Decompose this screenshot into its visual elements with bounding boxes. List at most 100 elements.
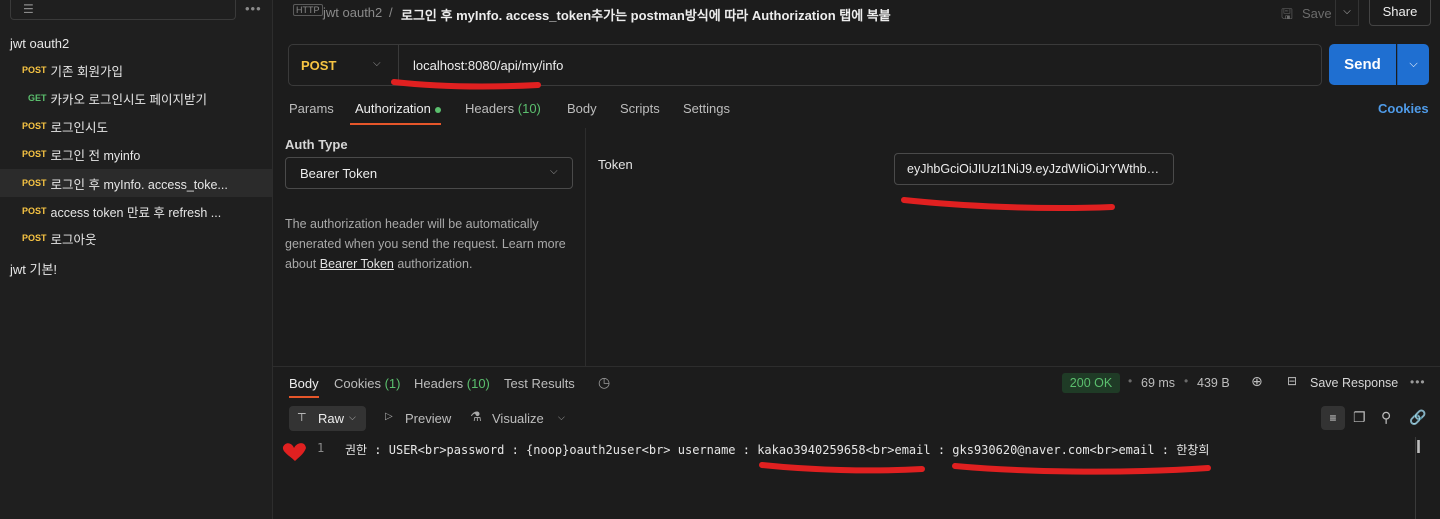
separator-dot: • — [1128, 374, 1133, 388]
page-title[interactable]: 로그인 후 myInfo. access_token추가는 postman방식에… — [401, 5, 891, 24]
request-name: access token 만료 후 refresh ... — [50, 205, 222, 220]
auth-type-label: Auth Type — [285, 137, 348, 152]
auth-description: The authorization header will be automat… — [285, 214, 580, 274]
chevron-down-icon[interactable]: ⌵ — [1397, 44, 1429, 85]
url-input[interactable]: localhost:8080/api/my/info — [413, 58, 563, 73]
underline-email — [952, 463, 1211, 475]
sidebar-request[interactable]: GET 카카오 로그인시도 페이지받기 — [0, 84, 272, 112]
save-button[interactable]: Save — [1302, 6, 1332, 21]
request-name: 로그인 전 myinfo — [50, 148, 141, 163]
chevron-down-icon: ⌵ — [550, 166, 558, 177]
tab-count: (10) — [517, 101, 541, 116]
response-body-text[interactable]: 권한 : USER<br>password : {noop}oauth2user… — [345, 441, 1209, 458]
response-tab-test-results[interactable]: Test Results — [504, 376, 575, 391]
sidebar: ☰ ••• jwt oauth2 POST 기존 회원가입 GET 카카오 로그… — [0, 0, 273, 519]
tab-label: Authorization — [355, 101, 431, 116]
copy-icon[interactable]: ❐ — [1353, 409, 1366, 426]
request-name: 로그인시도 — [50, 120, 109, 135]
filter-icon: ☰ — [23, 2, 34, 16]
active-dot-icon — [434, 106, 441, 113]
line-number: 1 — [317, 441, 325, 455]
text-cursor-icon: I — [1416, 437, 1422, 457]
checkmark-heart — [282, 443, 306, 461]
request-name: 기존 회원가입 — [50, 64, 123, 79]
play-icon: ▷ — [385, 411, 393, 422]
tab-label: Headers — [465, 101, 515, 116]
auth-type-select[interactable]: Bearer Token ⌵ — [285, 157, 573, 189]
tab-headers[interactable]: Headers (10) — [465, 101, 541, 116]
response-time[interactable]: 69 ms — [1141, 376, 1175, 390]
request-header: HTTP jwt oauth2 / 로그인 후 myInfo. access_t… — [273, 0, 1440, 28]
tab-count: (10) — [466, 376, 490, 391]
response-tab-headers[interactable]: Headers (10) — [414, 376, 490, 391]
tab-settings[interactable]: Settings — [683, 101, 730, 116]
history-icon[interactable]: ◷ — [598, 374, 610, 391]
wrap-lines-icon[interactable]: ≡ — [1321, 406, 1345, 430]
send-button[interactable]: Send — [1329, 44, 1396, 85]
breadcrumb-collection[interactable]: jwt oauth2 — [323, 5, 382, 20]
ellipsis-icon[interactable]: ••• — [1410, 375, 1426, 389]
link-icon[interactable]: 🔗 — [1409, 409, 1426, 426]
chevron-down-icon: ⌵ — [373, 58, 381, 69]
method-badge: POST — [22, 206, 47, 216]
chevron-down-icon[interactable]: ⌵ — [1335, 0, 1359, 26]
response-size[interactable]: 439 B — [1197, 376, 1230, 390]
search-icon[interactable]: ⚲ — [1381, 409, 1391, 426]
text-icon: ⊤ — [297, 412, 307, 424]
save-response-icon: ⊟ — [1287, 374, 1298, 388]
response-tab-body[interactable]: Body — [289, 376, 319, 391]
sidebar-request[interactable]: POST 로그인시도 — [0, 112, 272, 140]
method-badge: GET — [28, 93, 47, 103]
response-tab-cookies[interactable]: Cookies (1) — [334, 376, 400, 391]
visualize-icon: ⚗ — [470, 409, 482, 424]
cookies-link[interactable]: Cookies — [1378, 101, 1429, 116]
sidebar-request[interactable]: POST 기존 회원가입 — [0, 56, 272, 84]
save-response-button[interactable]: Save Response — [1310, 376, 1398, 390]
sidebar-request[interactable]: POST 로그인 전 myinfo — [0, 140, 272, 168]
underline-token — [901, 197, 1115, 212]
ellipsis-icon[interactable]: ••• — [245, 1, 262, 16]
underline-username — [759, 462, 925, 474]
token-input[interactable]: eyJhbGciOiJIUzI1NiJ9.eyJzdWIiOiJrYWthbzM… — [894, 153, 1174, 185]
chevron-down-icon[interactable]: ⌵ — [558, 412, 565, 423]
method-badge: POST — [22, 65, 47, 75]
tab-label: Cookies — [334, 376, 381, 391]
auth-desc-text: authorization. — [393, 257, 473, 271]
sidebar-request[interactable]: POST access token 만료 후 refresh ... — [0, 197, 272, 225]
tab-label: Headers — [414, 376, 464, 391]
tab-body[interactable]: Body — [567, 101, 597, 116]
sidebar-request-active[interactable]: POST 로그인 후 myInfo. access_toke... — [0, 169, 272, 197]
sidebar-toolbar: ☰ ••• — [0, 0, 273, 24]
method-badge: POST — [22, 121, 47, 131]
sidebar-request[interactable]: POST 로그아웃 — [0, 224, 272, 252]
method-badge: POST — [22, 178, 47, 188]
active-tab-indicator — [289, 396, 319, 398]
request-name: 카카오 로그인시도 페이지받기 — [50, 92, 207, 107]
status-badge[interactable]: 200 OK — [1062, 373, 1120, 393]
preview-button[interactable]: Preview — [405, 411, 451, 426]
share-button[interactable]: Share — [1369, 0, 1431, 26]
tab-authorization[interactable]: Authorization — [355, 101, 441, 116]
method-badge: POST — [22, 233, 47, 243]
globe-icon[interactable]: ⊕ — [1251, 373, 1263, 390]
tab-scripts[interactable]: Scripts — [620, 101, 660, 116]
token-label: Token — [598, 157, 633, 172]
request-name: 로그아웃 — [50, 232, 97, 247]
method-badge: POST — [22, 149, 47, 159]
format-select[interactable]: ⊤ Raw ⌵ — [289, 406, 366, 431]
format-value: Raw — [318, 411, 345, 426]
filter-input[interactable]: ☰ — [10, 0, 236, 20]
breadcrumb-separator: / — [389, 5, 393, 20]
folder-jwt-oauth2[interactable]: jwt oauth2 — [10, 36, 69, 51]
http-icon: HTTP — [293, 4, 323, 16]
panel-divider[interactable] — [585, 128, 586, 366]
visualize-button[interactable]: Visualize — [492, 411, 544, 426]
tab-params[interactable]: Params — [289, 101, 334, 116]
tab-count: (1) — [384, 376, 401, 391]
request-name: 로그인 후 myInfo. access_toke... — [50, 177, 228, 192]
method-select[interactable]: POST ⌵ — [289, 45, 399, 85]
bearer-token-link[interactable]: Bearer Token — [320, 257, 394, 271]
folder-jwt-basic[interactable]: jwt 기본! — [10, 259, 57, 278]
method-value: POST — [301, 58, 337, 73]
response-divider[interactable] — [273, 366, 1440, 367]
